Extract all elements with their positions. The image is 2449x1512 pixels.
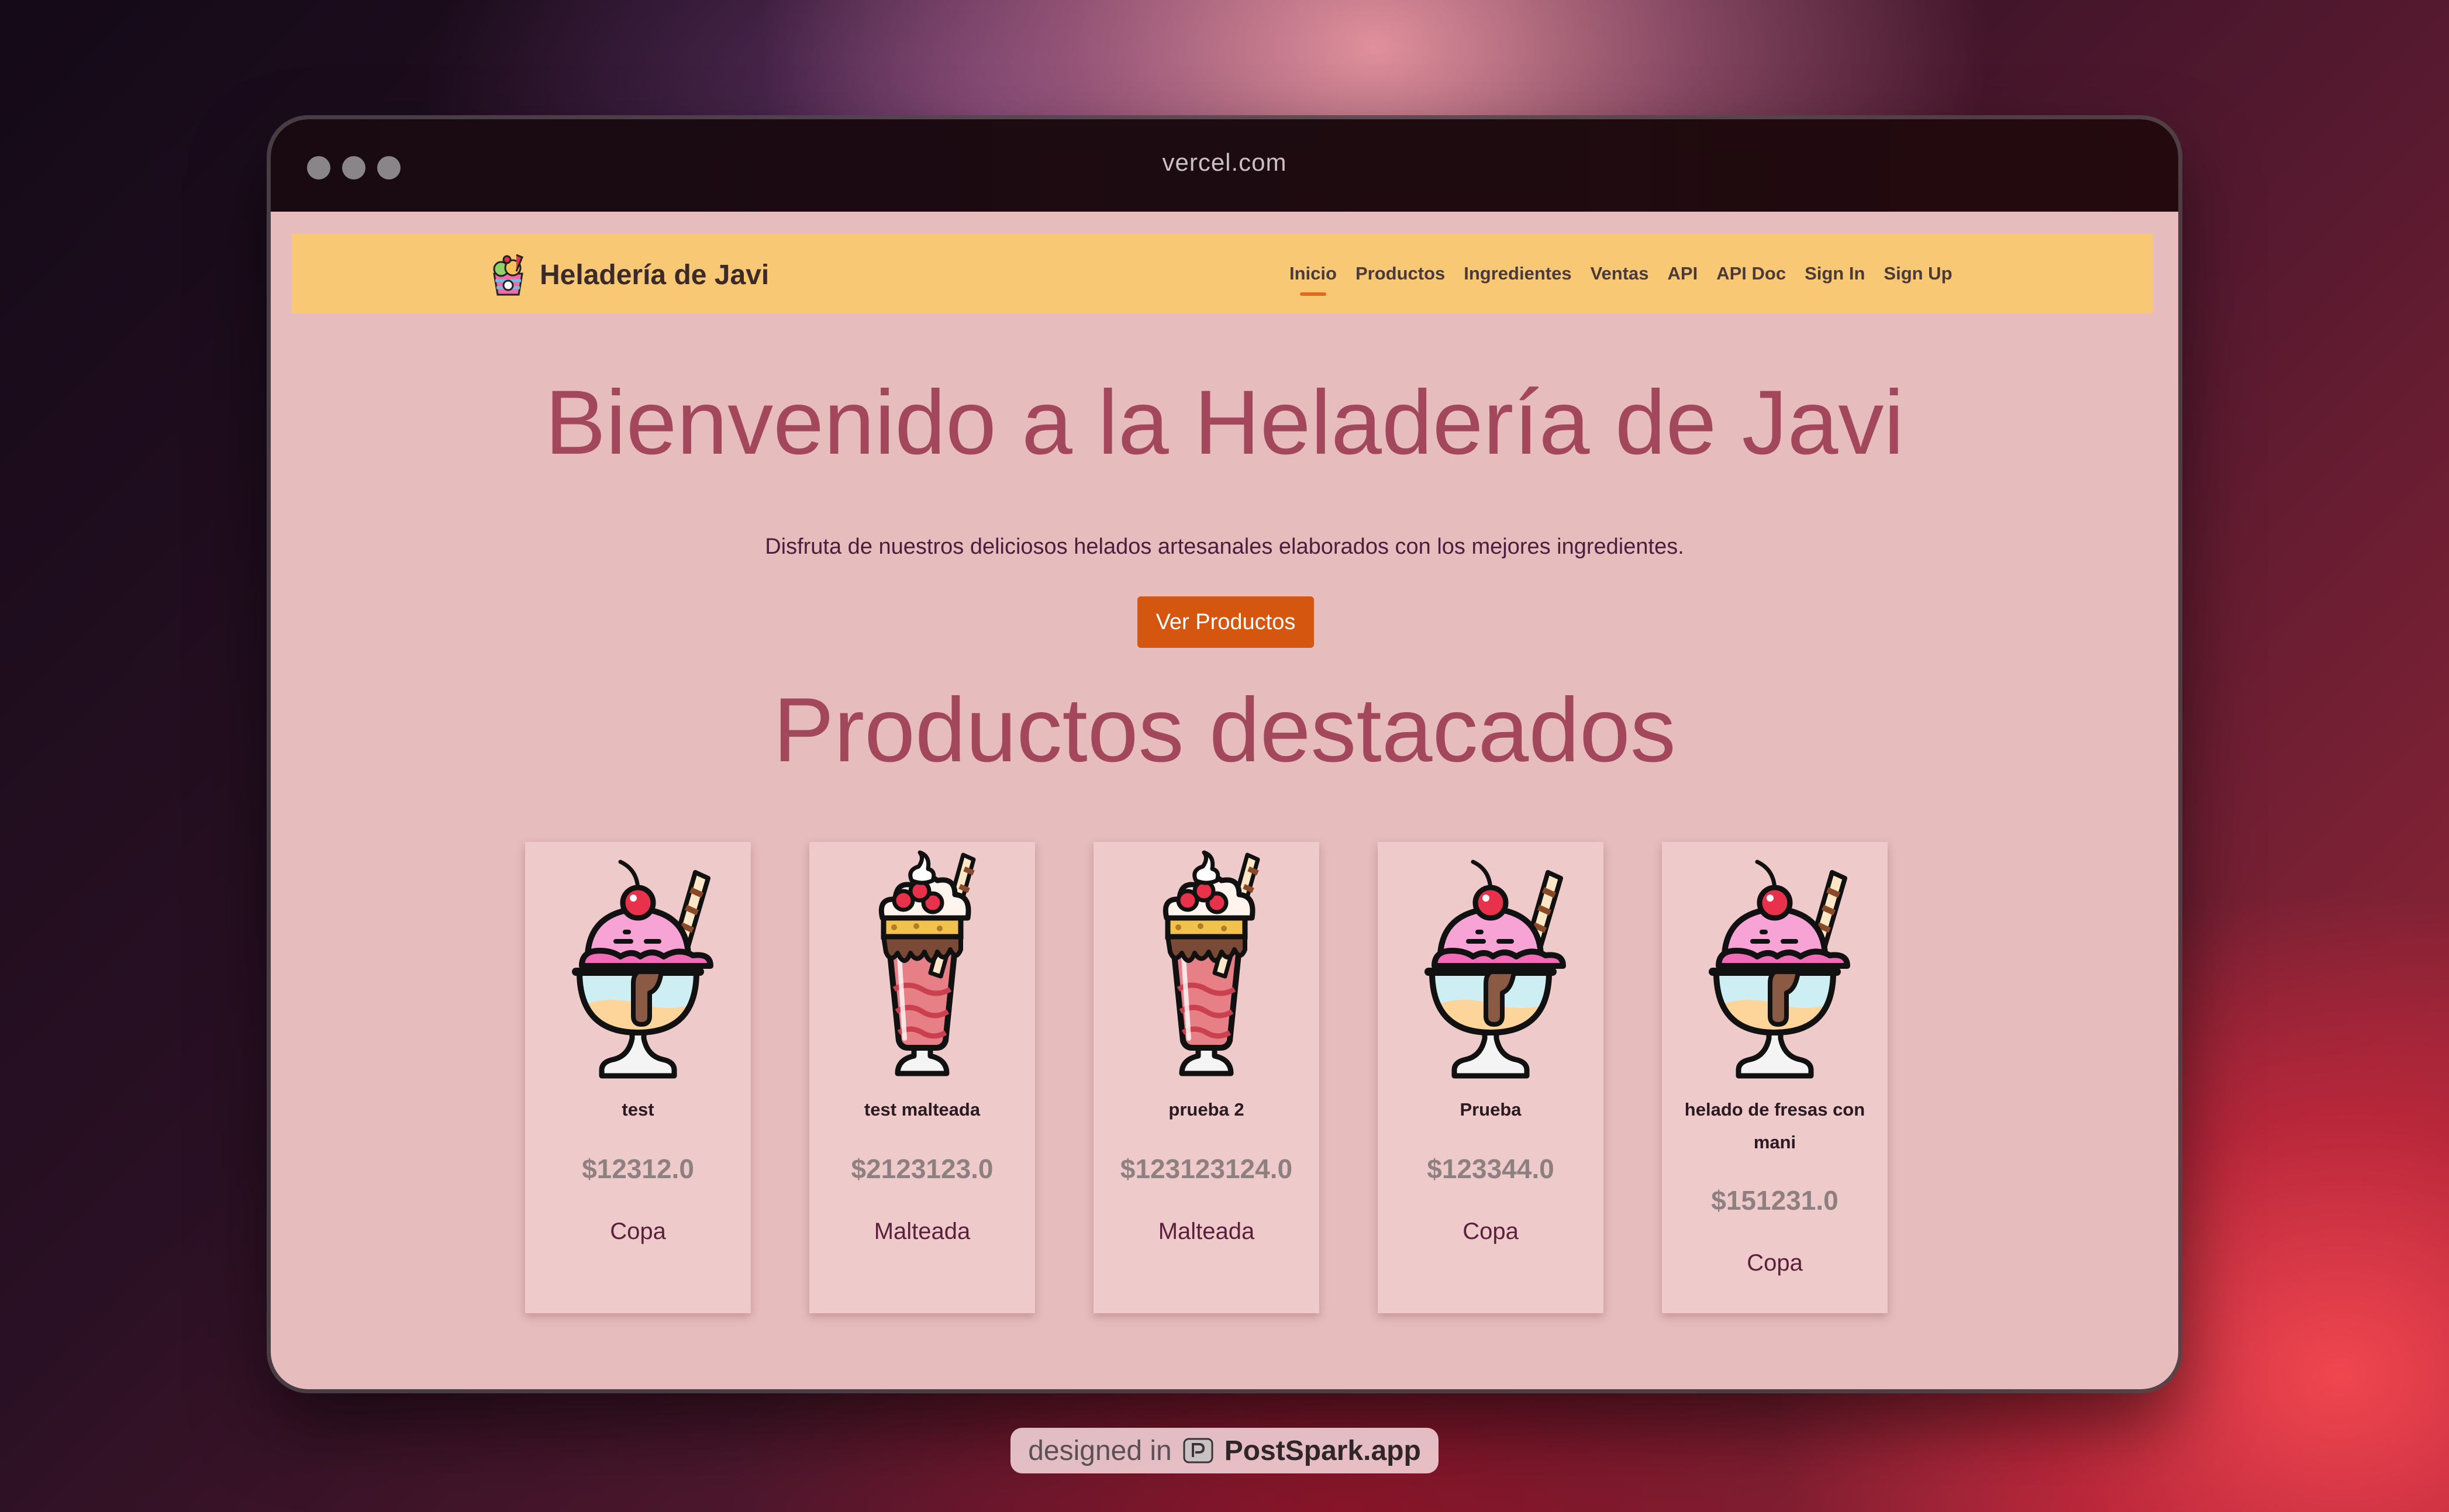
product-price: $123344.0 xyxy=(1427,1154,1554,1184)
browser-titlebar: vercel.com xyxy=(271,119,2178,212)
product-card[interactable]: test malteada $2123123.0 Malteada xyxy=(809,842,1035,1313)
featured-products-title: Productos destacados xyxy=(773,679,1676,781)
product-card[interactable]: helado de fresas con mani $151231.0 Copa xyxy=(1662,842,1888,1313)
product-price: $12312.0 xyxy=(582,1154,694,1184)
hero-subtitle: Disfruta de nuestros deliciosos helados … xyxy=(765,534,1684,559)
product-category: Copa xyxy=(1462,1218,1519,1244)
postspark-logo-icon xyxy=(1183,1438,1213,1463)
product-category: Malteada xyxy=(1158,1218,1255,1244)
browser-window: vercel.com Heladería de Javi Inicio Prod… xyxy=(271,119,2178,1389)
nav-link-ventas[interactable]: Ventas xyxy=(1591,263,1649,284)
product-price: $2123123.0 xyxy=(851,1154,994,1184)
product-card[interactable]: test $12312.0 Copa xyxy=(525,842,751,1313)
product-category: Copa xyxy=(1747,1250,1803,1276)
product-category: Malteada xyxy=(874,1218,971,1244)
badge-prefix: designed in xyxy=(1028,1435,1172,1466)
product-card[interactable]: Prueba $123344.0 Copa xyxy=(1378,842,1603,1313)
nav-link-sign-up[interactable]: Sign Up xyxy=(1884,263,1952,284)
nav-link-api[interactable]: API xyxy=(1668,263,1698,284)
milkshake-icon xyxy=(1119,849,1294,1083)
nav-link-api-doc[interactable]: API Doc xyxy=(1716,263,1786,284)
product-name: Prueba xyxy=(1460,1099,1522,1120)
nav-links: Inicio Productos Ingredientes Ventas API… xyxy=(1289,234,1971,313)
badge-name: PostSpark.app xyxy=(1224,1435,1421,1466)
sundae-cup-icon xyxy=(1403,849,1578,1083)
ver-productos-button[interactable]: Ver Productos xyxy=(1137,596,1314,648)
address-bar-url[interactable]: vercel.com xyxy=(271,149,2178,177)
ice-cream-cup-icon xyxy=(493,254,523,296)
hero-title: Bienvenido a la Heladería de Javi xyxy=(544,372,1905,474)
product-name: test xyxy=(622,1099,654,1120)
brand-link[interactable]: Heladería de Javi xyxy=(489,250,769,299)
product-price: $123123124.0 xyxy=(1120,1154,1293,1184)
sundae-cup-icon xyxy=(1687,849,1862,1083)
milkshake-icon xyxy=(834,849,1010,1083)
sundae-cup-icon xyxy=(550,849,726,1083)
postspark-badge[interactable]: designed in PostSpark.app xyxy=(1010,1428,1439,1473)
product-category: Copa xyxy=(610,1218,666,1244)
product-card[interactable]: prueba 2 $123123124.0 Malteada xyxy=(1094,842,1319,1313)
product-name: prueba 2 xyxy=(1168,1099,1244,1120)
nav-link-inicio[interactable]: Inicio xyxy=(1289,263,1337,296)
product-name: test malteada xyxy=(864,1099,981,1120)
product-name: helado de fresas con mani xyxy=(1684,1099,1865,1152)
nav-link-productos[interactable]: Productos xyxy=(1355,263,1445,284)
site-navbar: Heladería de Javi Inicio Productos Ingre… xyxy=(292,234,2153,313)
brand-name: Heladería de Javi xyxy=(540,259,770,291)
product-price: $151231.0 xyxy=(1711,1185,1839,1216)
nav-link-ingredientes[interactable]: Ingredientes xyxy=(1464,263,1571,284)
nav-link-sign-in[interactable]: Sign In xyxy=(1805,263,1865,284)
